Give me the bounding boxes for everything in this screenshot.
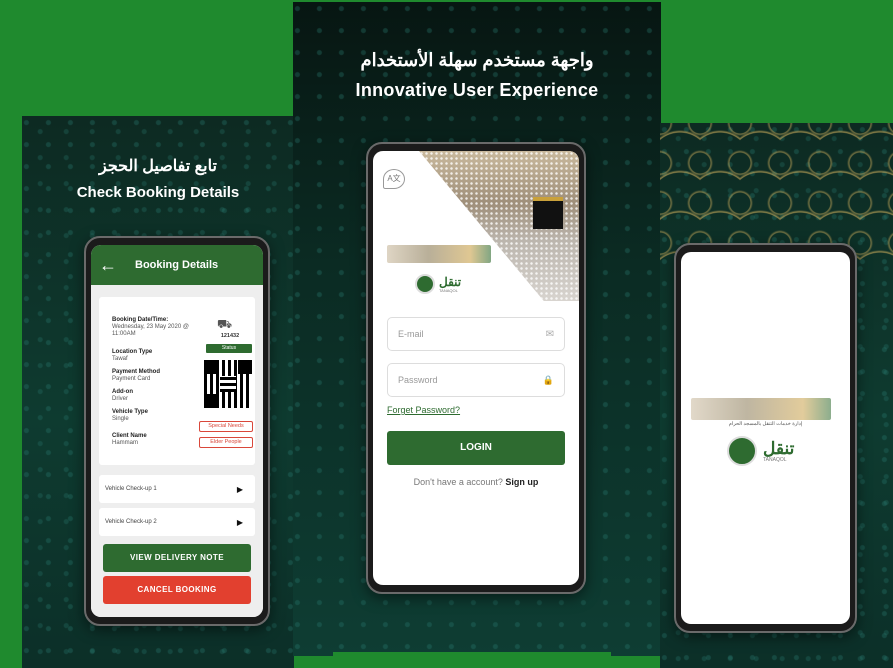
signup-link[interactable]: Sign up: [505, 477, 538, 487]
login-panel: واجهة مستخدم سهلة الأستخدام Innovative U…: [293, 2, 661, 656]
booking-body: Booking Date/Time: Wednesday, 23 May 2020…: [91, 285, 263, 617]
tanaqol-logo: تنقل TANAQOL: [727, 436, 794, 466]
vehicle-checkup-1[interactable]: Vehicle Check-up 1 ▶: [99, 475, 255, 503]
phone-screen: إدارة خدمات التنقل بالمسجد الحرام تنقل T…: [681, 252, 850, 624]
vehicle-cart-icon: ⛟: [217, 317, 233, 331]
login-button[interactable]: LOGIN: [387, 431, 565, 465]
location-type-field: Location Type Tawaf: [112, 349, 153, 362]
translate-icon[interactable]: A文: [383, 169, 405, 189]
addon-field: Add-on Driver: [112, 389, 133, 402]
tanaqol-logo-icon: [727, 436, 757, 466]
payment-method-field: Payment Method Payment Card: [112, 369, 161, 382]
ornament-pattern: [660, 123, 893, 263]
screen-title: Booking Details: [135, 259, 219, 271]
booking-card: Booking Date/Time: Wednesday, 23 May 2020…: [99, 297, 255, 465]
authority-name: إدارة خدمات التنقل بالمسجد الحرام: [728, 421, 803, 427]
heading-english: Check Booking Details: [76, 184, 240, 201]
splash-panel: إدارة خدمات التنقل بالمسجد الحرام تنقل T…: [660, 123, 893, 668]
tanaqol-logo-icon: [415, 274, 435, 294]
lock-icon: 🔒: [542, 374, 554, 385]
vehicle-type-field: Vehicle Type Single: [112, 409, 148, 422]
password-input[interactable]: Password 🔒: [387, 363, 565, 397]
signup-prompt: Don't have a account? Sign up: [413, 477, 539, 487]
authority-logo-icon: [691, 398, 831, 420]
cancel-booking-button[interactable]: CANCEL BOOKING: [103, 576, 251, 604]
tag-elder-people: Elder People: [199, 437, 253, 448]
qr-code-icon: [204, 360, 252, 408]
booking-number: 121432: [220, 333, 240, 339]
heading-arabic: تابع تفاصيل الحجز: [99, 158, 217, 175]
phone-frame: A文 تنقل TANAQOL E-mail ✉ Password 🔒 Forg…: [366, 142, 586, 594]
chevron-right-icon: ▶: [236, 484, 243, 494]
view-delivery-note-button[interactable]: VIEW DELIVERY NOTE: [103, 544, 251, 572]
status-badge: Status: [206, 344, 252, 353]
bottom-strip: [333, 652, 611, 668]
tag-special-needs: Special Needs: [199, 421, 253, 432]
forgot-password-link[interactable]: Forget Password?: [387, 405, 460, 415]
phone-frame: ← Booking Details Booking Date/Time: Wedn…: [84, 236, 270, 626]
heading-arabic: واجهة مستخدم سهلة الأستخدام: [360, 50, 594, 70]
vehicle-checkup-2[interactable]: Vehicle Check-up 2 ▶: [99, 508, 255, 536]
authority-logo-icon: [387, 245, 491, 263]
heading-english: Innovative User Experience: [355, 80, 599, 100]
tanaqol-logo: تنقل TANAQOL: [415, 274, 461, 294]
phone-screen: ← Booking Details Booking Date/Time: Wedn…: [91, 245, 263, 617]
mail-icon: ✉: [545, 328, 554, 340]
chevron-right-icon: ▶: [236, 517, 243, 527]
app-header: ← Booking Details: [91, 245, 263, 285]
email-input[interactable]: E-mail ✉: [387, 317, 565, 351]
booking-details-panel: تابع تفاصيل الحجز Check Booking Details …: [22, 116, 294, 668]
client-name-field: Client Name Hammam: [112, 433, 147, 446]
phone-screen: A文 تنقل TANAQOL E-mail ✉ Password 🔒 Forg…: [373, 151, 579, 585]
booking-date-field: Booking Date/Time: Wednesday, 23 May 2020…: [112, 317, 189, 337]
kaaba-icon: [533, 197, 563, 229]
phone-frame: إدارة خدمات التنقل بالمسجد الحرام تنقل T…: [674, 243, 857, 633]
back-arrow-icon[interactable]: ←: [99, 255, 135, 276]
